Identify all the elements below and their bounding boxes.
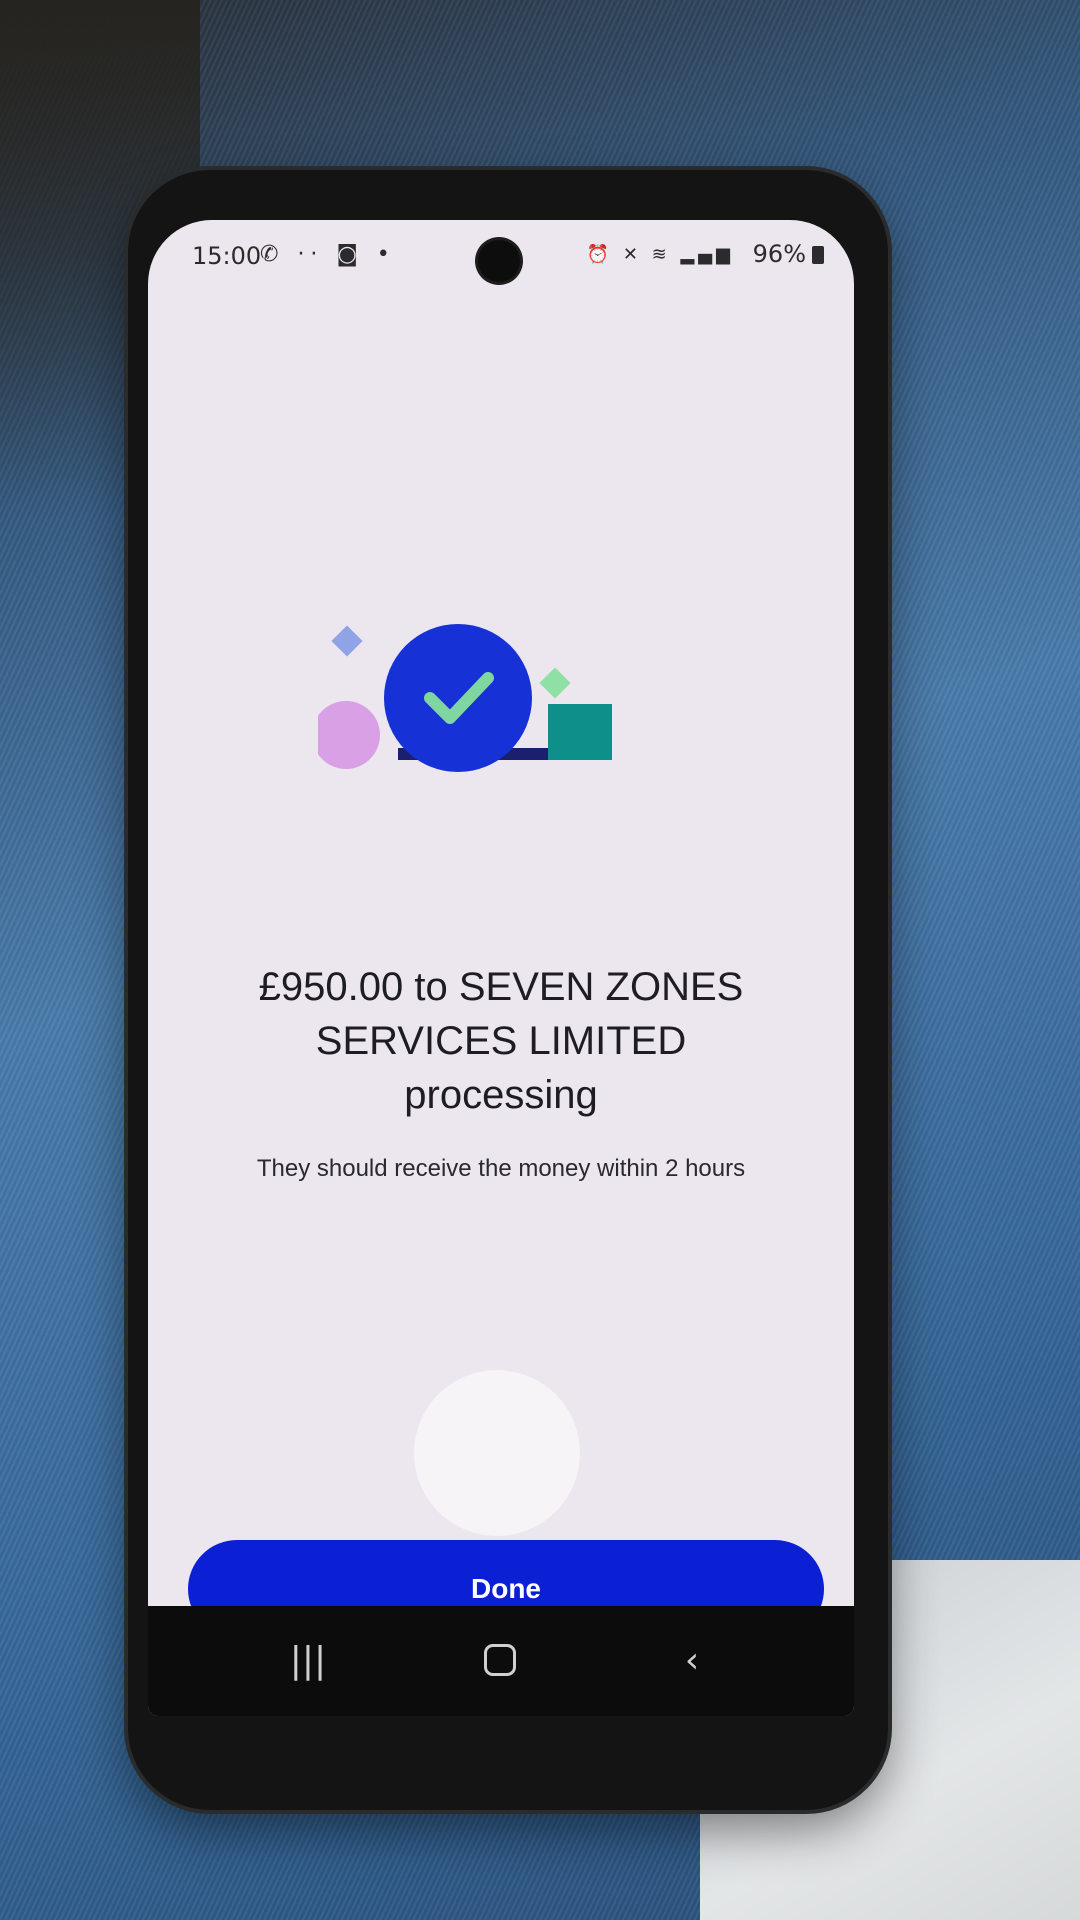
title-line: £950.00 to SEVEN ZONES bbox=[258, 965, 744, 1009]
payment-status-subtitle: They should receive the money within 2 h… bbox=[256, 1155, 746, 1182]
recent-apps-icon: ||| bbox=[289, 1639, 327, 1681]
whatsapp-icon: ✆ bbox=[260, 242, 285, 267]
app-screen: 15:00 ✆ ·· ◙ • ⏰ ✕ ≋ ▂▄▆ 96% £950.00 to … bbox=[148, 220, 854, 1716]
check-circle-icon bbox=[384, 624, 532, 772]
notification-dots-icon: ·· bbox=[297, 242, 324, 267]
recent-apps-button[interactable]: ||| bbox=[268, 1630, 348, 1690]
system-icons: ⏰ ✕ ≋ ▂▄▆ bbox=[587, 244, 734, 265]
title-line: SERVICES LIMITED bbox=[315, 1019, 687, 1063]
fingerprint-sensor-area bbox=[414, 1370, 580, 1536]
success-illustration bbox=[318, 624, 612, 772]
alarm-icon: ⏰ bbox=[586, 244, 614, 265]
status-bar: 15:00 ✆ ·· ◙ • ⏰ ✕ ≋ ▂▄▆ 96% bbox=[148, 220, 854, 290]
screenshot-icon: ◙ bbox=[336, 242, 364, 267]
green-diamond-shape bbox=[539, 667, 571, 699]
battery-percent: 96% bbox=[752, 240, 806, 268]
signal-icon: ▂▄▆ bbox=[680, 244, 734, 265]
teal-square-shape bbox=[548, 704, 612, 760]
back-icon: ‹ bbox=[684, 1639, 700, 1681]
pink-circle-shape bbox=[318, 701, 380, 769]
back-button[interactable]: ‹ bbox=[652, 1630, 732, 1690]
title-line: processing bbox=[404, 1073, 598, 1117]
front-camera bbox=[478, 240, 520, 282]
battery-icon bbox=[812, 246, 824, 264]
status-time: 15:00 bbox=[192, 242, 262, 270]
wifi-icon: ≋ bbox=[651, 244, 671, 265]
blue-diamond-shape bbox=[331, 625, 363, 657]
phone-device: 15:00 ✆ ·· ◙ • ⏰ ✕ ≋ ▂▄▆ 96% £950.00 to … bbox=[128, 170, 888, 1810]
notification-icons: ✆ ·· ◙ • bbox=[260, 242, 396, 267]
dot-icon: • bbox=[376, 242, 396, 267]
mute-icon: ✕ bbox=[622, 244, 642, 265]
payment-status-title: £950.00 to SEVEN ZONES SERVICES LIMITED … bbox=[178, 960, 824, 1122]
navigation-bar: ||| ‹ bbox=[148, 1606, 854, 1716]
home-icon bbox=[484, 1644, 516, 1676]
home-button[interactable] bbox=[460, 1630, 540, 1690]
